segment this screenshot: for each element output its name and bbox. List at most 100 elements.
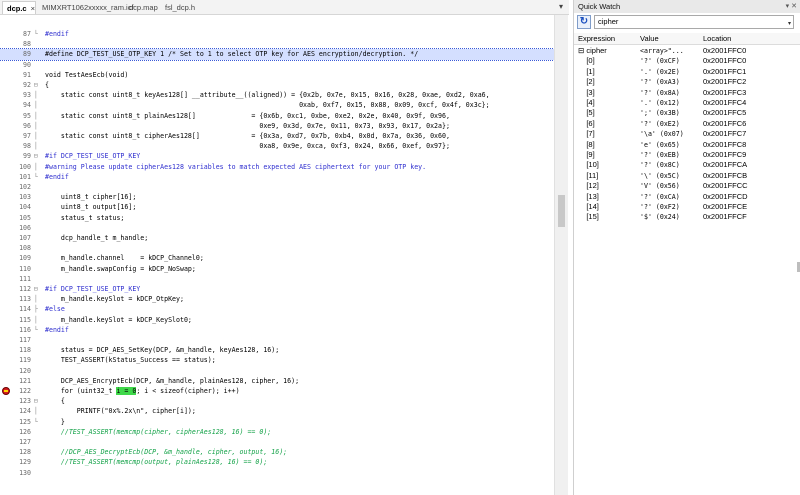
fold-marker[interactable]: └ — [34, 325, 42, 335]
code-line[interactable]: 94 │ 0xab, 0xf7, 0x15, 0x88, 0x09, 0xcf, … — [0, 100, 554, 110]
code-line[interactable]: 97 │ static const uint8_t cipherAes128[] … — [0, 131, 554, 141]
column-header-expression[interactable]: Expression — [578, 33, 615, 45]
code-line[interactable]: 107 dcp_handle_t m_handle; — [0, 233, 554, 243]
refresh-icon[interactable]: ↻ — [577, 15, 591, 29]
column-header-value[interactable]: Value — [640, 33, 659, 45]
fold-marker[interactable]: │ — [34, 121, 42, 131]
watch-row-element[interactable]: [1] '.' (0x2E) 0x2001FFC1 — [574, 67, 800, 77]
code-line[interactable]: 102 — [0, 182, 554, 192]
code-line[interactable]: 118 status = DCP_AES_SetKey(DCP, &m_hand… — [0, 345, 554, 355]
code-line[interactable]: 99 ⊟ #if DCP_TEST_USE_OTP_KEY — [0, 151, 554, 161]
code-line[interactable]: 130 — [0, 468, 554, 478]
code-line[interactable]: 109 m_handle.channel = kDCP_Channel0; — [0, 253, 554, 263]
watch-row-element[interactable]: [10] '?' (0x8C) 0x2001FFCA — [574, 160, 800, 170]
expression-input[interactable]: cipher ▾ — [594, 15, 794, 29]
code-line[interactable]: 111 — [0, 274, 554, 284]
watch-row-element[interactable]: [4] '.' (0x12) 0x2001FFC4 — [574, 98, 800, 108]
fold-marker[interactable]: ⊟ — [34, 396, 42, 406]
code-line[interactable]: 122 for (uint32_t i = 0; i < sizeof(ciph… — [0, 386, 554, 396]
code-line[interactable]: 124 │ PRINTF("0x%.2x\n", cipher[i]); — [0, 406, 554, 416]
code-line[interactable]: 125 └ } — [0, 417, 554, 427]
code-line[interactable]: 90 — [0, 60, 554, 70]
fold-marker[interactable]: ⊟ — [34, 151, 42, 161]
code-line[interactable]: 127 — [0, 437, 554, 447]
fold-marker[interactable]: │ — [34, 315, 42, 325]
watch-row-element[interactable]: [9] '?' (0xEB) 0x2001FFC9 — [574, 150, 800, 160]
code-line[interactable]: 115 │ m_handle.keySlot = kDCP_KeySlot0; — [0, 315, 554, 325]
code-line[interactable]: 100 │ #warning Please update cipherAes128 … — [0, 162, 554, 172]
watch-row-element[interactable]: [3] '?' (0x8A) 0x2001FFC3 — [574, 88, 800, 98]
fold-marker[interactable]: │ — [34, 294, 42, 304]
tab-dcp-c[interactable]: dcp.c × — [2, 1, 36, 14]
watch-row-element[interactable]: [8] 'e' (0x65) 0x2001FFC8 — [574, 140, 800, 150]
code-line[interactable]: 116 └ #endif — [0, 325, 554, 335]
code-line[interactable]: 87 └ #endif — [0, 29, 554, 39]
fold-marker[interactable]: ⊟ — [34, 284, 42, 294]
fold-marker[interactable]: │ — [34, 162, 42, 172]
tab-menu-chevron-down-icon[interactable]: ▾ — [555, 1, 567, 13]
watch-row-element[interactable]: [6] '?' (0xE2) 0x2001FFC6 — [574, 119, 800, 129]
code-line[interactable]: 103 uint8_t cipher[16]; — [0, 192, 554, 202]
code-line[interactable]: 114 ├ #else — [0, 304, 554, 314]
fold-marker[interactable]: │ — [34, 111, 42, 121]
watch-row-element[interactable]: [0] '?' (0xCF) 0x2001FFC0 — [574, 56, 800, 66]
code-line[interactable]: 120 — [0, 366, 554, 376]
fold-marker[interactable]: │ — [34, 131, 42, 141]
watch-row-element[interactable]: [14] '?' (0xF2) 0x2001FFCE — [574, 202, 800, 212]
code-line[interactable]: 110 m_handle.swapConfig = kDCP_NoSwap; — [0, 264, 554, 274]
close-icon[interactable]: × — [31, 2, 35, 15]
code-line[interactable]: 106 — [0, 223, 554, 233]
fold-marker[interactable]: │ — [34, 406, 42, 416]
code-area[interactable]: 87 └ #endif 88 89 #define DCP_TEST_USE_OTP_KE… — [0, 27, 554, 495]
watch-row-cipher[interactable]: ⊟ cipher <array>"... 0x2001FFC0 — [574, 46, 800, 56]
expression-value: cipher — [598, 17, 619, 26]
code-line[interactable]: 88 — [0, 39, 554, 49]
code-line[interactable]: 91 void TestAesEcb(void) — [0, 70, 554, 80]
fold-marker[interactable]: └ — [34, 417, 42, 427]
code-line[interactable]: 128 //DCP_AES_DecryptEcb(DCP, &m_handle,… — [0, 447, 554, 457]
fold-marker[interactable]: ├ — [34, 304, 42, 314]
watch-row-element[interactable]: [2] '?' (0xA3) 0x2001FFC2 — [574, 77, 800, 87]
code-line[interactable]: 123 ⊟ { — [0, 396, 554, 406]
tab-icf-file[interactable]: MIMXRT1062xxxxx_ram.icf — [38, 1, 134, 14]
code-line[interactable]: 96 │ 0xe9, 0x3d, 0x7e, 0x11, 0x73, 0x93, … — [0, 121, 554, 131]
fold-marker[interactable]: └ — [34, 29, 42, 39]
panel-menu-close-icon[interactable]: ▾ ✕ — [786, 0, 797, 13]
editor-vertical-scrollbar[interactable] — [554, 15, 568, 495]
code-line[interactable]: 98 │ 0xa8, 0x9e, 0xca, 0xf3, 0x24, 0x66, … — [0, 141, 554, 151]
code-line[interactable]: 119 TEST_ASSERT(kStatus_Success == statu… — [0, 355, 554, 365]
code-line[interactable]: 112 ⊟ #if DCP_TEST_USE_OTP_KEY — [0, 284, 554, 294]
watch-row-element[interactable]: [13] '?' (0xCA) 0x2001FFCD — [574, 192, 800, 202]
code-line[interactable]: 121 DCP_AES_EncryptEcb(DCP, &m_handle, p… — [0, 376, 554, 386]
code-line[interactable]: 126 //TEST_ASSERT(memcmp(cipher, cipherA… — [0, 427, 554, 437]
fold-marker[interactable]: ⊟ — [34, 80, 42, 90]
fold-marker[interactable]: │ — [34, 141, 42, 151]
scrollbar-thumb[interactable] — [558, 195, 565, 227]
tab-dcp-map[interactable]: dcp.map — [125, 1, 158, 14]
code-line[interactable]: 105 status_t status; — [0, 213, 554, 223]
code-text: #if DCP_TEST_USE_OTP_KEY — [45, 151, 140, 161]
code-line[interactable]: 89 #define DCP_TEST_USE_OTP_KEY 1 /* Set … — [0, 48, 554, 61]
watch-row-element[interactable]: [11] '\' (0x5C) 0x2001FFCB — [574, 171, 800, 181]
code-line[interactable]: 92 ⊟{ — [0, 80, 554, 90]
breakpoint-icon[interactable] — [2, 387, 10, 395]
column-header-location[interactable]: Location — [703, 33, 731, 45]
chevron-down-icon[interactable]: ▾ — [788, 18, 791, 30]
code-line[interactable]: 113 │ m_handle.keySlot = kDCP_OtpKey; — [0, 294, 554, 304]
watch-row-element[interactable]: [15] '$' (0x24) 0x2001FFCF — [574, 212, 800, 222]
watch-row-element[interactable]: [7] '\a' (0x07) 0x2001FFC7 — [574, 129, 800, 139]
watch-row-element[interactable]: [5] ';' (0x3B) 0x2001FFC5 — [574, 108, 800, 118]
code-editor[interactable]: dcp.c × MIMXRT1062xxxxx_ram.icf dcp.map f… — [0, 0, 569, 495]
fold-marker[interactable]: │ — [34, 90, 42, 100]
code-line[interactable]: 108 — [0, 243, 554, 253]
fold-marker[interactable]: └ — [34, 172, 42, 182]
code-line[interactable]: 93 │ static const uint8_t keyAes128[] __a… — [0, 90, 554, 100]
watch-row-element[interactable]: [12] 'V' (0x56) 0x2001FFCC — [574, 181, 800, 191]
code-line[interactable]: 104 uint8_t output[16]; — [0, 202, 554, 212]
tab-fsl-dcp-h[interactable]: fsl_dcp.h — [161, 1, 195, 14]
code-line[interactable]: 129 //TEST_ASSERT(memcmp(output, plainAe… — [0, 457, 554, 467]
code-line[interactable]: 117 — [0, 335, 554, 345]
code-line[interactable]: 101 └ #endif — [0, 172, 554, 182]
fold-marker[interactable]: │ — [34, 100, 42, 110]
code-line[interactable]: 95 │ static const uint8_t plainAes128[] =… — [0, 111, 554, 121]
